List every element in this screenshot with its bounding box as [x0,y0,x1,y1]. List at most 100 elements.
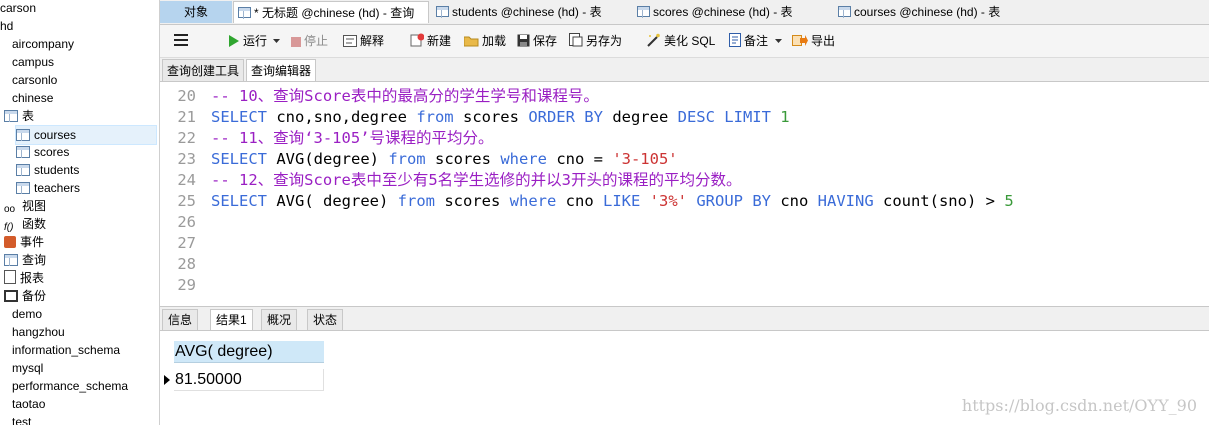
floppy-disk-icon [517,34,530,47]
tab-info[interactable]: 信息 [162,309,199,330]
tab-profile[interactable]: 概况 [261,309,298,330]
tree-item-students[interactable]: students [16,161,79,179]
tree-item-mysql[interactable]: mysql [12,359,43,377]
tree-item-demo[interactable]: demo [12,305,42,323]
tab-students-table[interactable]: students @chinese (hd) - 表 [432,1,628,23]
sql-token: scores [434,150,501,168]
tree-item-teachers[interactable]: teachers [16,179,80,197]
tree-item-performance_schema[interactable]: performance_schema [12,377,128,395]
table-icon [16,129,30,141]
sql-token: AVG( degree) [276,192,398,210]
chevron-down-icon [273,39,281,43]
code-text: SELECT AVG(degree) from scores where cno… [211,149,678,170]
play-icon [229,35,239,47]
tab-objects[interactable]: 对象 [160,1,232,23]
editor-mode-tabs: 查询创建工具 查询编辑器 [160,58,1209,82]
save-button[interactable]: 保存 [517,25,557,57]
tab-courses-table[interactable]: courses @chinese (hd) - 表 [834,1,1030,23]
code-line[interactable]: 26 [160,212,1209,233]
line-number: 24 [177,171,196,189]
code-line[interactable]: 29 [160,275,1209,296]
sql-token: scores [462,108,529,126]
tree-item-backup[interactable]: 备份 [4,287,46,305]
tree-item-query[interactable]: 查询 [4,251,46,269]
sql-token: where [509,192,566,210]
sql-token: -- 10、查询Score表中的最高分的学生学号和课程号。 [211,87,599,105]
line-number: 28 [177,255,196,273]
sql-token: SELECT [211,108,277,126]
table-icon [16,182,30,194]
code-text: SELECT AVG( degree) from scores where cn… [211,191,1014,212]
query-toolbar: 运行 停止 解释 新建 加载 保存 另存为 美化 SQL 备注 导出 [160,25,1209,58]
sql-token: '3%' [649,192,697,210]
menu-button[interactable] [174,25,188,57]
main-area: 对象 * 无标题 @chinese (hd) - 查询 students @ch… [160,0,1209,425]
sql-token: HAVING [817,192,883,210]
load-button[interactable]: 加载 [464,25,506,57]
tree-item-chinese[interactable]: chinese [12,89,53,107]
new-icon [410,33,424,47]
export-button[interactable]: 导出 [792,25,835,57]
tree-item-hd[interactable]: hd [0,17,13,35]
result-cell[interactable]: 81.50000 [174,369,324,391]
table-icon [637,6,650,18]
code-line[interactable]: 25 SELECT AVG( degree) from scores where … [160,191,1209,212]
tab-result-1[interactable]: 结果1 [210,309,253,330]
tab-untitled-query[interactable]: * 无标题 @chinese (hd) - 查询 [233,1,429,23]
stop-button[interactable]: 停止 [291,25,328,57]
backup-icon [4,290,18,302]
save-as-button[interactable]: 另存为 [569,25,622,57]
tab-query-editor[interactable]: 查询编辑器 [246,59,317,81]
code-line[interactable]: 24 -- 12、查询Score表中至少有5名学生选修的并以3开头的课程的平均分数… [160,170,1209,191]
code-line[interactable]: 27 [160,233,1209,254]
tree-item-aircompany[interactable]: aircompany [12,35,74,53]
sql-token: -- 11、查询‘3-105’号课程的平均分。 [211,129,494,147]
tab-status[interactable]: 状态 [307,309,344,330]
new-query-button[interactable]: 新建 [410,25,451,57]
tab-scores-table[interactable]: scores @chinese (hd) - 表 [633,1,829,23]
tab-query-builder[interactable]: 查询创建工具 [162,59,245,81]
tree-item-report[interactable]: 报表 [4,269,44,287]
tree-item-test[interactable]: test [12,413,31,425]
sql-editor[interactable]: 20 -- 10、查询Score表中的最高分的学生学号和课程号。 21 SELECT … [160,82,1209,304]
sql-token: scores [444,192,510,210]
line-number: 29 [177,276,196,294]
tree-item-folder[interactable]: 表 [4,107,34,125]
sql-token: GROUP BY [696,192,781,210]
code-line[interactable]: 28 [160,254,1209,275]
code-line[interactable]: 22 -- 11、查询‘3-105’号课程的平均分。 [160,128,1209,149]
document-tabs: 对象 * 无标题 @chinese (hd) - 查询 students @ch… [160,0,1209,25]
tree-item-func[interactable]: f() 函数 [4,215,46,233]
line-number: 25 [177,192,196,210]
sql-token: cno,sno,degree [276,108,417,126]
code-line[interactable]: 20 -- 10、查询Score表中的最高分的学生学号和课程号。 [160,86,1209,107]
query-tab-icon [238,7,251,19]
tree-item-view[interactable]: oo 视图 [4,197,46,215]
tree-item-information_schema[interactable]: information_schema [12,341,120,359]
sql-token: from [416,108,463,126]
tree-item-courses[interactable]: courses [15,125,157,145]
sql-token: where [500,150,557,168]
tree-item-taotao[interactable]: taotao [12,395,45,413]
comment-button[interactable]: 备注 [729,25,783,57]
tree-item-scores[interactable]: scores [16,143,69,161]
sql-token: DESC LIMIT [677,108,781,126]
line-number: 20 [177,87,196,105]
code-line[interactable]: 21 SELECT cno,sno,degree from scores ORDE… [160,107,1209,128]
tree-item-hangzhou[interactable]: hangzhou [12,323,65,341]
tree-item-campus[interactable]: campus [12,53,54,71]
explain-button[interactable]: 解释 [343,25,384,57]
current-row-marker [164,375,170,385]
run-button[interactable]: 运行 [228,25,281,57]
beautify-sql-button[interactable]: 美化 SQL [646,25,715,57]
code-line[interactable]: 23 SELECT AVG(degree) from scores where c… [160,149,1209,170]
sql-token: SELECT [211,150,277,168]
column-header[interactable]: AVG( degree) [174,341,324,363]
code-text: -- 10、查询Score表中的最高分的学生学号和课程号。 [211,86,599,107]
sql-token: cno [780,192,818,210]
explain-icon [343,35,357,47]
tree-item-carsonlo[interactable]: carsonlo [12,71,57,89]
stop-icon [291,37,301,47]
tree-item-carson[interactable]: carson [0,0,36,17]
tree-item-event[interactable]: 事件 [4,233,44,251]
